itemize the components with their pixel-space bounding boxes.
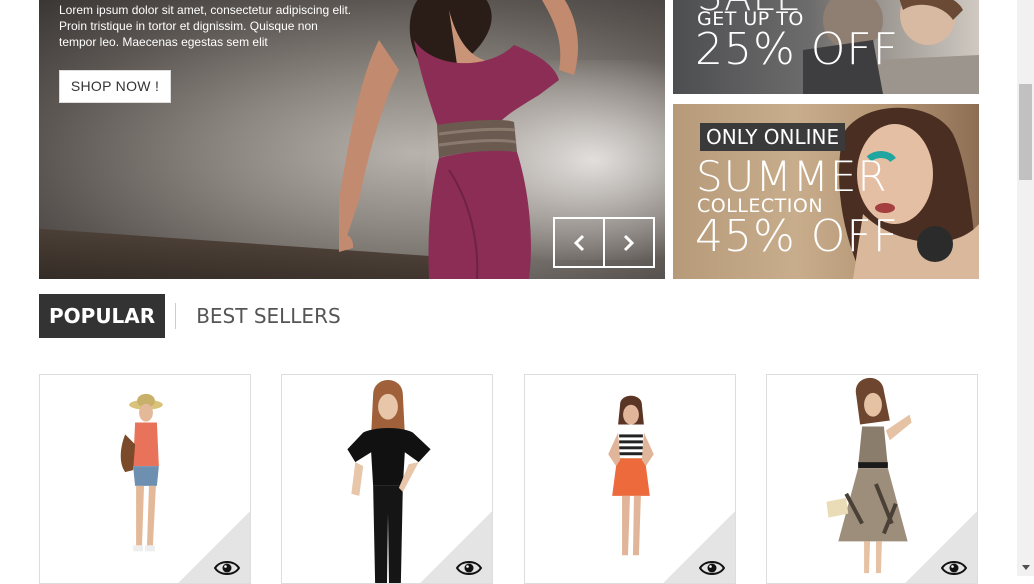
eye-icon[interactable] — [214, 559, 240, 577]
chevron-left-icon — [573, 234, 585, 251]
tab-popular[interactable]: POPULAR — [39, 294, 166, 338]
page-scrollbar[interactable] — [1017, 0, 1034, 576]
slider-prev-button[interactable] — [555, 219, 603, 266]
eye-icon[interactable] — [456, 559, 482, 577]
tab-best-sellers[interactable]: BEST SELLERS — [186, 294, 350, 338]
only-online-badge: ONLY ONLINE — [700, 123, 846, 151]
hero-description-line: tempor leo. Maecenas egestas sem elit — [59, 35, 268, 49]
product-card[interactable] — [766, 374, 978, 584]
hero-description-line: Proin tristique in tortor et dignissim. … — [59, 19, 318, 33]
chevron-right-icon — [623, 234, 635, 251]
sale-discount: 25% OFF — [695, 24, 900, 75]
eye-icon[interactable] — [699, 559, 725, 577]
product-card[interactable] — [524, 374, 736, 584]
summer-banner[interactable]: ONLY ONLINE SUMMER COLLECTION 45% OFF — [673, 104, 979, 279]
scrollbar-thumb[interactable] — [1019, 84, 1032, 180]
summer-discount: 45% OFF — [695, 211, 900, 262]
product-card[interactable] — [39, 374, 251, 584]
slider-nav — [553, 217, 655, 268]
triangle-down-icon — [1021, 565, 1030, 570]
sale-banner[interactable]: SALE GET UP TO 25% OFF — [673, 0, 979, 94]
hero-description-line: Lorem ipsum dolor sit amet, consectetur … — [59, 3, 352, 17]
scroll-down-button[interactable] — [1017, 559, 1034, 576]
shop-now-button[interactable]: SHOP NOW ! — [59, 70, 171, 103]
product-tabs: POPULAR BEST SELLERS — [39, 294, 351, 338]
slider-next-button[interactable] — [603, 219, 653, 266]
hero-description: Lorem ipsum dolor sit amet, consectetur … — [59, 2, 359, 50]
summer-headline: SUMMER — [696, 152, 888, 201]
eye-icon[interactable] — [941, 559, 967, 577]
hero-slider: Lorem ipsum dolor sit amet, consectetur … — [39, 0, 665, 279]
tab-divider — [175, 303, 177, 329]
product-card[interactable] — [281, 374, 493, 584]
